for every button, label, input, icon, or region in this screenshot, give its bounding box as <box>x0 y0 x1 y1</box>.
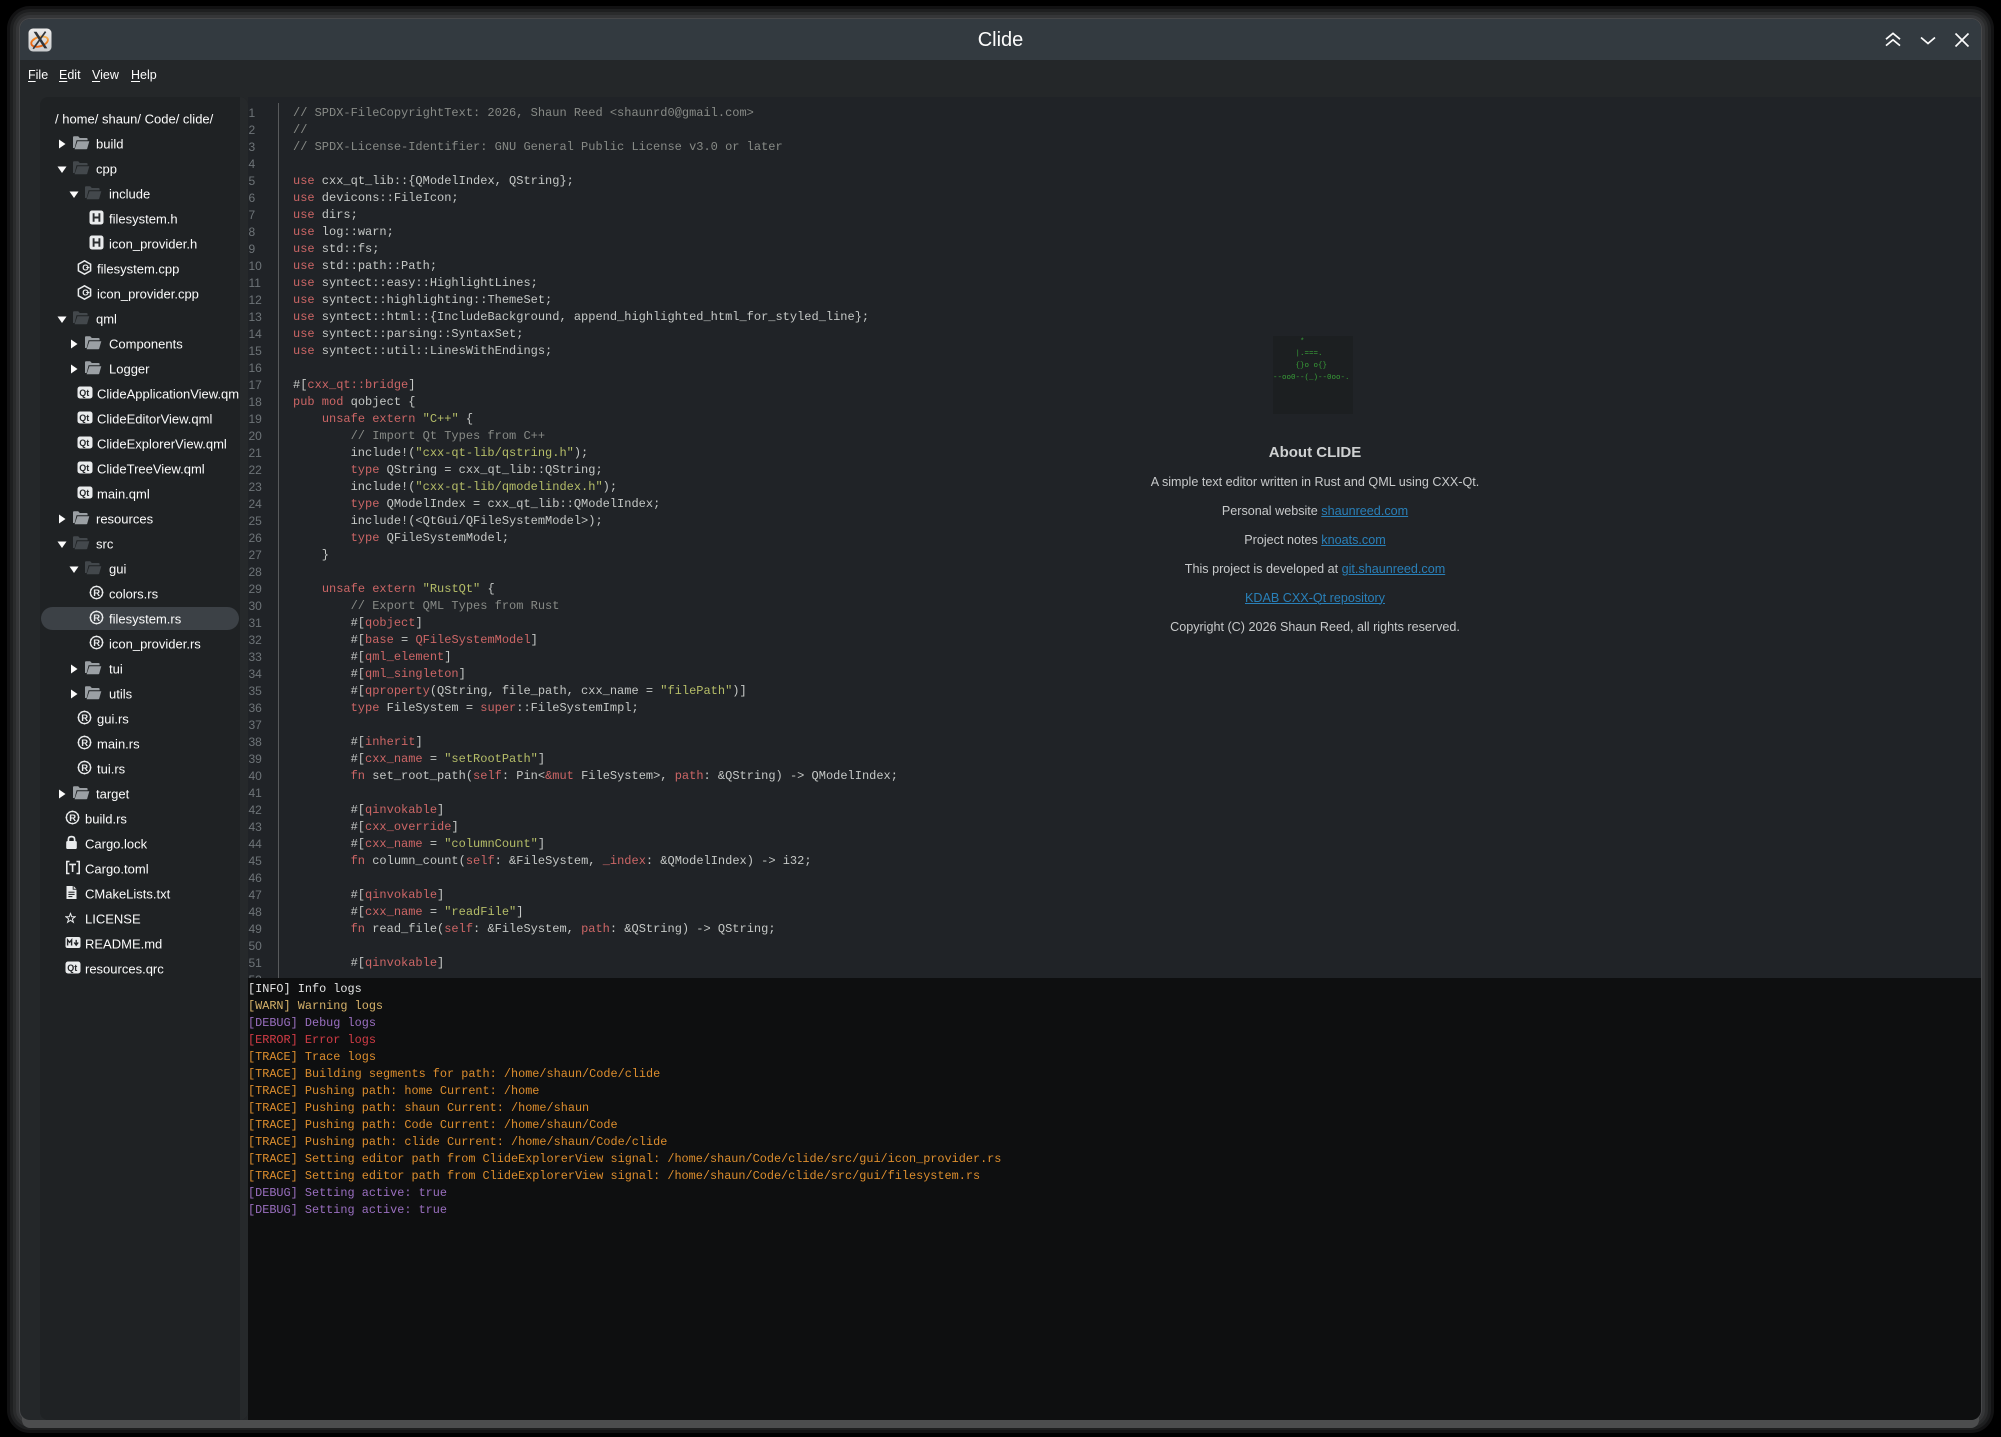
svg-text:Qt: Qt <box>79 437 89 447</box>
svg-text:R: R <box>93 638 100 649</box>
svg-text:R: R <box>81 713 88 724</box>
svg-text:R: R <box>69 813 76 824</box>
svg-text:Qt: Qt <box>79 462 89 472</box>
svg-text:R: R <box>81 763 88 774</box>
svg-text:Qt: Qt <box>79 412 89 422</box>
svg-text:Qt: Qt <box>67 962 77 972</box>
svg-text:Qt: Qt <box>79 487 89 497</box>
svg-text:R: R <box>93 613 100 624</box>
svg-text:Qt: Qt <box>79 387 89 397</box>
svg-text:R: R <box>93 588 100 599</box>
svg-text:R: R <box>81 738 88 749</box>
